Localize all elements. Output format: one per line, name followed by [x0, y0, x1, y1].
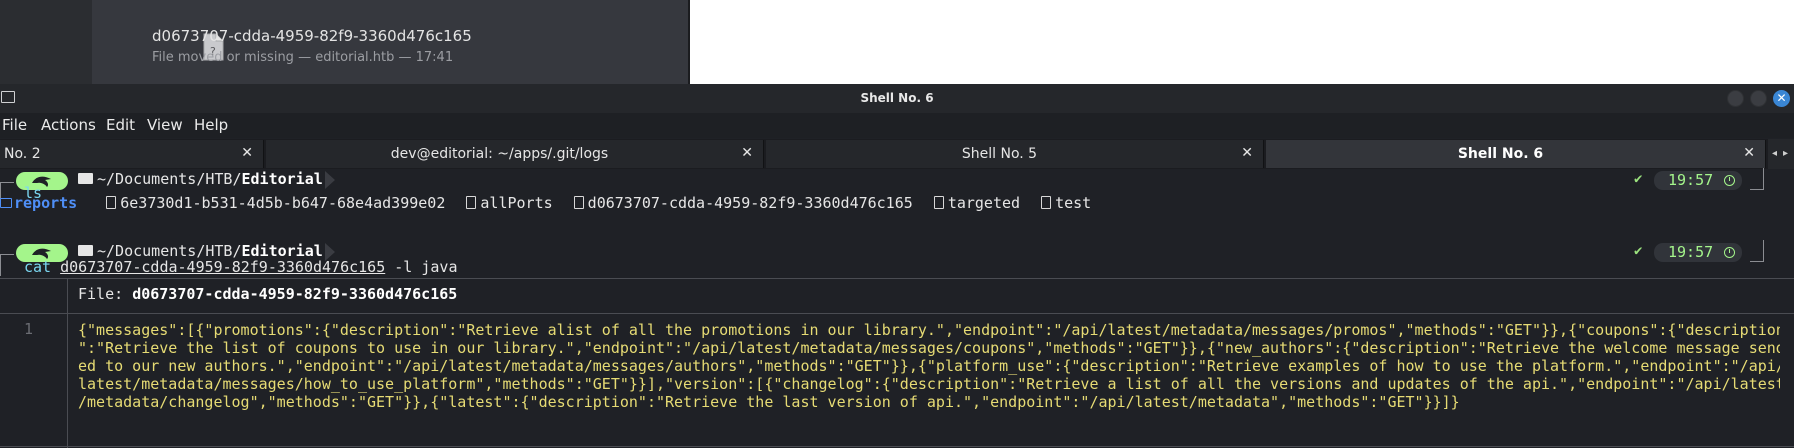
menu-actions[interactable]: Actions	[41, 116, 96, 134]
command-file-arg: d0673707-cdda-4959-82f9-3360d476c165	[60, 258, 386, 276]
prompt-bracket-left	[0, 254, 14, 276]
code-line: {"messages":[{"promotions":{"description…	[78, 321, 1780, 339]
scroll-left-icon[interactable]: ◂	[1772, 148, 1777, 159]
ls-file: allPorts	[480, 194, 553, 212]
file-manager-window: ? d0673707-cdda-4959-82f9-3360d476c165 F…	[0, 0, 1794, 84]
code-line: ed to our new authors.","endpoint":"/api…	[78, 357, 1780, 375]
minimize-button[interactable]	[1727, 90, 1744, 107]
folder-open-icon	[78, 173, 93, 184]
menu-file[interactable]: File	[2, 116, 27, 134]
tab-scroll-buttons[interactable]: ◂ ▸	[1768, 139, 1794, 169]
title-bar[interactable]: Shell No. 6 ✕	[0, 84, 1794, 113]
tab-label: Shell No. 5	[961, 146, 1038, 162]
file-icon	[573, 196, 584, 209]
prompt-path: ~/Documents/HTB/Editorial	[78, 170, 335, 189]
tab-dev-editorial[interactable]: dev@editorial: ~/apps/.git/logs ✕	[266, 140, 764, 168]
file-icon	[933, 196, 944, 209]
folder-icon	[0, 198, 12, 208]
bat-file-name: d0673707-cdda-4959-82f9-3360d476c165	[132, 285, 458, 303]
status-check-icon: ✔	[1634, 171, 1643, 187]
menu-edit[interactable]: Edit	[106, 116, 135, 134]
tab-shell-6[interactable]: Shell No. 6 ✕	[1266, 140, 1766, 168]
clock-icon	[1724, 175, 1735, 186]
tab-close-icon[interactable]: ✕	[741, 145, 753, 161]
bat-file-header: File: d0673707-cdda-4959-82f9-3360d476c1…	[78, 285, 458, 303]
prompt-bracket-right	[1750, 168, 1764, 190]
close-icon: ✕	[1776, 91, 1787, 105]
bat-bottom-rule	[0, 446, 1794, 447]
tab-label: dev@editorial: ~/apps/.git/logs	[390, 146, 609, 162]
maximize-button[interactable]	[1750, 90, 1767, 107]
prompt-time: 19:57	[1654, 171, 1742, 190]
tab-close-icon[interactable]: ✕	[1743, 145, 1755, 161]
scroll-right-icon[interactable]: ▸	[1783, 148, 1788, 159]
recent-file-status: File moved or missing — editorial.htb — …	[152, 50, 454, 65]
file-icon	[466, 196, 477, 209]
terminal-window: Shell No. 6 ✕ File Actions Edit View Hel…	[0, 84, 1794, 448]
command-cat: cat d0673707-cdda-4959-82f9-3360d476c165…	[24, 258, 458, 276]
bat-code-block: {"messages":[{"promotions":{"description…	[78, 321, 1780, 411]
ls-file: d0673707-cdda-4959-82f9-3360d476c165	[587, 194, 913, 212]
ls-file: test	[1055, 194, 1092, 212]
code-line: latest/metadata/messages/how_to_use_plat…	[78, 375, 1780, 393]
ls-file: 6e3730d1-b531-4d5b-b647-68e4ad399e02	[120, 194, 446, 212]
bat-header-rule	[0, 313, 1794, 314]
dir-reports: reports	[14, 194, 78, 212]
line-number: 1	[24, 320, 34, 338]
file-icon	[106, 196, 117, 209]
code-line: /metadata/changelog","methods":"GET"}},{…	[78, 393, 1460, 411]
ls-file: targeted	[947, 194, 1021, 212]
menu-help[interactable]: Help	[194, 116, 228, 134]
window-title: Shell No. 6	[860, 91, 934, 105]
file-icon	[1041, 196, 1052, 209]
status-check-icon: ✔	[1634, 243, 1643, 259]
prompt-bracket-right	[1750, 240, 1764, 262]
tab-close-icon[interactable]: ✕	[1241, 145, 1253, 161]
menu-view[interactable]: View	[147, 116, 183, 134]
bat-gutter-divider	[67, 278, 68, 448]
recent-file-name[interactable]: d0673707-cdda-4959-82f9-3360d476c165	[152, 27, 472, 45]
file-manager-sidebar	[0, 0, 92, 84]
menu-bar: File Actions Edit View Help	[0, 113, 1794, 138]
tab-close-icon[interactable]: ✕	[241, 145, 253, 161]
bat-top-rule	[0, 278, 1794, 279]
terminal-output[interactable]: ~/Documents/HTB/Editorial ✔ 19:57 ls rep…	[0, 168, 1794, 448]
tab-label: No. 2	[4, 146, 41, 162]
tab-no-2[interactable]: No. 2 ✕	[0, 140, 264, 168]
tab-label: Shell No. 6	[1457, 146, 1544, 162]
ls-output: reports 6e3730d1-b531-4d5b-b647-68e4ad39…	[0, 194, 1091, 212]
folder-open-icon	[78, 245, 93, 256]
tab-bar: No. 2 ✕ dev@editorial: ~/apps/.git/logs …	[0, 139, 1794, 169]
close-button[interactable]: ✕	[1773, 90, 1790, 107]
tab-shell-5[interactable]: Shell No. 5 ✕	[766, 140, 1264, 168]
prompt-time: 19:57	[1654, 243, 1742, 262]
code-line: ":"Retrieve the list of coupons to use i…	[78, 339, 1780, 357]
clock-icon	[1724, 247, 1735, 258]
